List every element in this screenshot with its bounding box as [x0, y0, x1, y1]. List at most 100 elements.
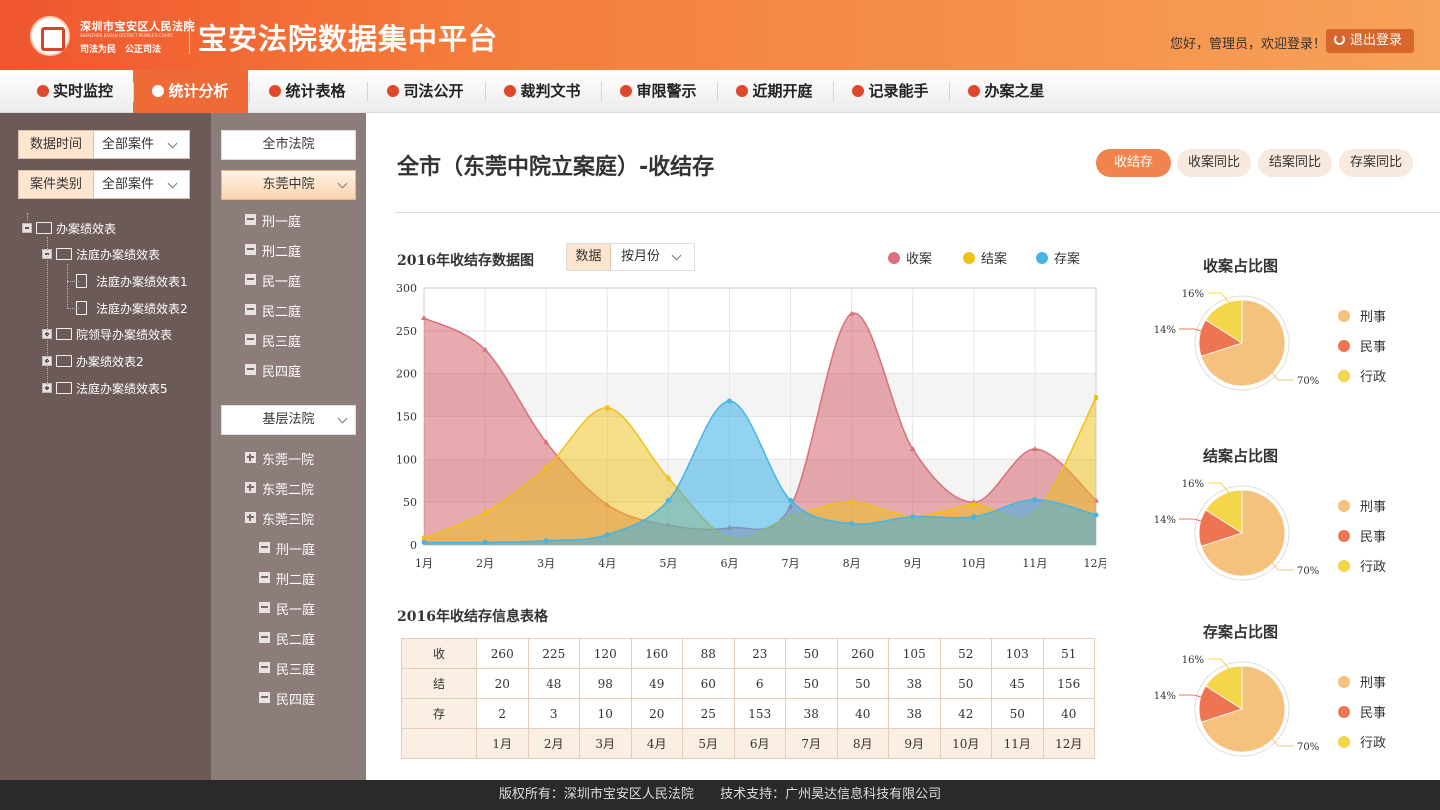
- y-tick-label: 250: [396, 325, 417, 338]
- main-content: 全市（东莞中院立案庭）-收结存 收结存 收案同比 结案同比 存案同比 2016年收结存…: [366, 113, 1440, 780]
- court-item-label: 刑二庭: [276, 573, 316, 588]
- legend-label: 行政: [1360, 736, 1387, 751]
- nav-item-8[interactable]: 记录能手: [833, 70, 948, 113]
- expand-icon: [245, 482, 256, 493]
- all-city-court-button[interactable]: 全市法院: [221, 130, 356, 160]
- court-item-label: 刑一庭: [276, 543, 316, 558]
- folder-icon: [36, 222, 52, 234]
- expand-icon: [245, 512, 256, 523]
- month-cell: 12月: [1042, 728, 1095, 759]
- nav-item-6[interactable]: 审限警示: [601, 70, 716, 113]
- table-cell: 50: [785, 638, 838, 669]
- dropdown-label: 东莞中院: [262, 177, 315, 192]
- tab-2[interactable]: 收案同比: [1177, 149, 1251, 177]
- nav-item-2[interactable]: 统计分析: [133, 70, 248, 113]
- nav-label: 审限警示: [636, 82, 697, 100]
- filter-label: 案件类别: [19, 171, 94, 198]
- nav-separator: [833, 82, 834, 102]
- welcome-text: 您好，管理员，欢迎登录！: [1169, 37, 1326, 52]
- legend-label: 刑事: [1360, 500, 1387, 515]
- table-cell: 260: [836, 638, 889, 669]
- month-cell: 11月: [991, 728, 1044, 759]
- pie-chart: 70% 14% 16%: [1154, 289, 1319, 391]
- folder-icon: [56, 382, 72, 394]
- nav-item-9[interactable]: 办案之星: [949, 70, 1064, 113]
- month-cell: [401, 728, 477, 759]
- folder-icon: [56, 328, 72, 340]
- row-header: 收: [401, 638, 477, 669]
- title-divider: [395, 212, 1440, 213]
- legend-label: 结案: [981, 252, 1008, 267]
- main-nav: 实时监控 统计分析 统计表格 司法公开 裁判文书 审限警示 近期开庭 记录能手 办案之星: [0, 70, 1440, 113]
- month-cell: 10月: [939, 728, 992, 759]
- nav-item-5[interactable]: 裁判文书: [485, 70, 600, 113]
- nav-item-3[interactable]: 统计表格: [249, 70, 366, 113]
- table-cell: 40: [1042, 698, 1095, 729]
- month-cell: 8月: [836, 728, 889, 759]
- point-jie: [971, 502, 976, 508]
- copyright-text: 版权所有：深圳市宝安区人民法院: [498, 787, 694, 802]
- tab-4[interactable]: 存案同比: [1339, 149, 1413, 177]
- tree-label: 办案绩效表2: [76, 355, 144, 369]
- pie-legend-item: 行政: [1338, 732, 1386, 751]
- court-emblem-logo: [30, 16, 70, 56]
- case-type-filter[interactable]: 案件类别 全部案件: [18, 170, 190, 199]
- point-jie: [849, 499, 854, 505]
- table-cell: 225: [527, 638, 580, 669]
- collapse-icon: [245, 364, 256, 375]
- pie-legend-item: 刑事: [1338, 496, 1386, 515]
- pie-legend-item: 行政: [1338, 556, 1386, 575]
- dropdown-label: 基层法院: [262, 412, 315, 427]
- month-cell: 3月: [579, 728, 632, 759]
- data-period-select[interactable]: 数据 按月份: [566, 243, 695, 271]
- nav-label: 裁判文书: [520, 82, 581, 100]
- month-cell: 9月: [888, 728, 941, 759]
- pie-legend-item: 民事: [1338, 702, 1386, 721]
- chevron-down-icon: [671, 250, 682, 261]
- pie-legend-item: 刑事: [1338, 306, 1386, 325]
- tree-label: 法庭办案绩效表1: [96, 275, 188, 289]
- tab-3[interactable]: 结案同比: [1258, 149, 1332, 177]
- tree-connector: [67, 264, 68, 309]
- month-cell: 4月: [630, 728, 683, 759]
- pie-title: 结案占比图: [1203, 447, 1279, 465]
- point-cun: [543, 538, 549, 544]
- y-tick-label: 0: [410, 539, 417, 552]
- pie-title: 收案占比图: [1203, 257, 1279, 275]
- grassroots-court-dropdown[interactable]: 基层法院: [221, 405, 356, 435]
- legend-label: 民事: [1360, 706, 1387, 721]
- pie-percent-label: 16%: [1182, 289, 1204, 300]
- tab-1[interactable]: 收结存: [1096, 149, 1171, 177]
- table-row: 收 260 225 120 160 88 23 50 260 105 52 103 51: [401, 638, 1095, 669]
- y-tick-label: 50: [403, 496, 417, 509]
- nav-item-7[interactable]: 近期开庭: [717, 70, 832, 113]
- legend-label: 收案: [906, 252, 933, 267]
- collapse-icon[interactable]: [22, 223, 32, 233]
- chevron-down-icon: [337, 413, 348, 424]
- point-cun: [1032, 497, 1038, 503]
- pie-percent-label: 16%: [1182, 479, 1204, 490]
- nav-item-4[interactable]: 司法公开: [367, 70, 484, 113]
- data-time-filter[interactable]: 数据时间 全部案件: [18, 130, 190, 159]
- table-cell: 50: [991, 698, 1044, 729]
- table-cell: 45: [991, 668, 1044, 699]
- court-item-label: 民四庭: [276, 693, 316, 708]
- court-item-label: 民二庭: [276, 633, 316, 648]
- x-tick-label: 5月: [659, 557, 677, 570]
- x-tick-label: 8月: [843, 557, 861, 570]
- table-cell: 260: [476, 638, 529, 669]
- tech-support-text: 技术支持：广州昊达信息科技有限公司: [720, 787, 942, 802]
- logout-button[interactable]: 退出登录: [1326, 29, 1414, 53]
- nav-item-1[interactable]: 实时监控: [18, 70, 132, 113]
- legend-label: 民事: [1360, 340, 1387, 355]
- x-tick-label: 11月: [1022, 557, 1047, 570]
- logo-divider: [189, 18, 190, 54]
- table-cell: 160: [630, 638, 683, 669]
- x-tick-label: 4月: [598, 557, 616, 570]
- nav-label: 司法公开: [403, 82, 464, 100]
- table-footer-row: 1月 2月 3月 4月 5月 6月 7月 8月 9月 10月 11月 12月: [401, 728, 1095, 759]
- point-cun: [971, 514, 977, 520]
- dongguan-mid-court-dropdown[interactable]: 东莞中院: [221, 170, 356, 200]
- legend-swatch: [888, 252, 900, 264]
- nav-separator: [485, 82, 486, 102]
